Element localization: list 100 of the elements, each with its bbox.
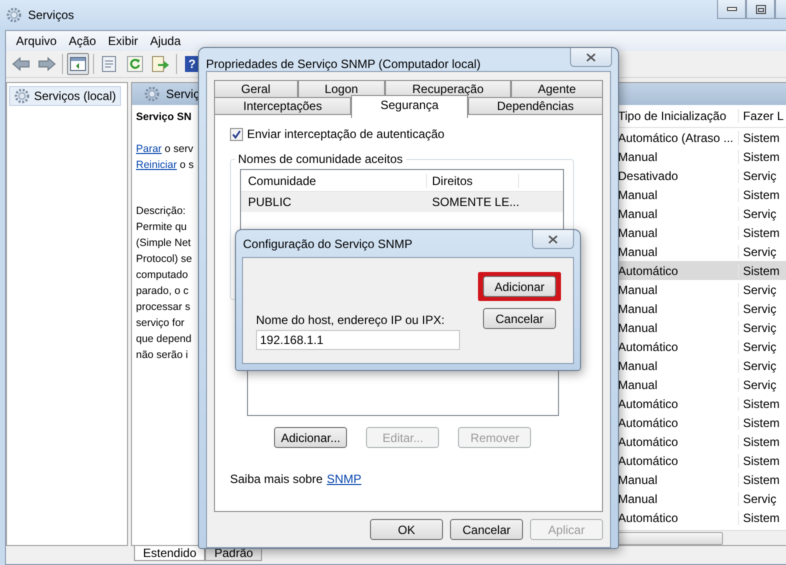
table-row[interactable]: Automático Serviç xyxy=(614,337,786,356)
table-cell: Serviç xyxy=(738,168,786,182)
table-cell-text: Manual xyxy=(617,188,658,202)
table-row[interactable]: Manual Sistem xyxy=(614,185,786,204)
tab[interactable]: Agente xyxy=(510,80,604,97)
tab[interactable]: Recuperação xyxy=(385,80,511,97)
table-cell-text: Manual xyxy=(617,472,658,486)
table-cell: Sistem xyxy=(738,226,786,240)
tab[interactable]: Segurança xyxy=(351,95,468,118)
table-row[interactable]: Automático Sistem xyxy=(614,451,786,470)
table-row[interactable]: Manual Serviç xyxy=(614,280,786,299)
table-row[interactable]: Manual Serviç xyxy=(614,375,786,394)
table-cell-text: Manual xyxy=(617,226,658,240)
dialog-button[interactable]: Cancelar xyxy=(450,519,523,540)
table-cell: Serviç xyxy=(738,302,786,316)
close-icon xyxy=(586,52,596,62)
table-cell: Serviç xyxy=(738,282,786,296)
table-cell: Serviç xyxy=(738,340,786,354)
maximize-button[interactable] xyxy=(746,0,775,19)
table-cell-text: Manual xyxy=(617,320,658,334)
description-label: Descrição: xyxy=(136,204,187,219)
field-label: Nome do host, endereço IP ou IPX: xyxy=(256,313,446,327)
forward-arrow-icon[interactable] xyxy=(38,57,56,71)
dialog-button[interactable]: Adicionar... xyxy=(274,427,348,448)
table-row[interactable]: Manual Serviç xyxy=(614,204,786,223)
table-row[interactable]: Manual Sistem xyxy=(614,147,786,166)
table-cell-text: Manual xyxy=(617,282,658,296)
group-title: Nomes de comunidade aceitos xyxy=(235,152,406,166)
table-row[interactable]: Manual Sistem xyxy=(614,223,786,242)
scrollbar-thumb[interactable] xyxy=(616,532,723,544)
dialog-button[interactable]: OK xyxy=(370,519,443,540)
table-cell-text: Automático xyxy=(617,340,680,354)
properties-icon[interactable] xyxy=(102,56,116,72)
table-cell-text: Automático (Atraso ... xyxy=(617,130,734,144)
tree-item[interactable]: Serviços (local) xyxy=(9,86,122,106)
table-row[interactable]: Manual Serviç xyxy=(614,318,786,337)
table-row[interactable]: Manual Serviç xyxy=(614,356,786,375)
checkbox[interactable] xyxy=(230,128,243,140)
menu-item[interactable]: Ação xyxy=(62,34,102,48)
list-cell-text: SOMENTE LE... xyxy=(431,195,520,209)
description-text: computado xyxy=(136,268,189,283)
close-icon xyxy=(548,234,558,244)
host-input-field[interactable]: 192.168.1.1 xyxy=(256,330,460,350)
list-cell-text: PUBLIC xyxy=(247,195,292,209)
gear-icon xyxy=(6,7,22,23)
table-cell-text: Manual xyxy=(617,358,658,372)
description-text: Protocol) se xyxy=(136,252,194,267)
action-link[interactable]: Parar xyxy=(136,143,162,155)
menu-item[interactable]: Exibir xyxy=(102,34,144,48)
table-cell-text: Manual xyxy=(617,302,658,316)
column-header[interactable]: Comunidade xyxy=(241,174,427,188)
table-cell-text: Manual xyxy=(617,492,658,506)
action-link[interactable]: Reiniciar xyxy=(136,159,177,171)
column-header[interactable]: Direitos xyxy=(427,174,519,188)
list-row[interactable]: PUBLIC SOMENTE LE... xyxy=(241,192,563,212)
menu-item[interactable]: Arquivo xyxy=(10,34,63,48)
tab[interactable]: Logon xyxy=(298,80,386,97)
action-text: o s xyxy=(180,159,194,171)
gear-icon xyxy=(14,88,30,104)
table-row[interactable]: Manual Sistem xyxy=(614,470,786,489)
table-row[interactable]: Automático Sistem xyxy=(614,432,786,451)
checkbox-label: Enviar interceptação de autenticação xyxy=(247,127,444,141)
table-row[interactable]: Manual Serviç xyxy=(614,299,786,318)
snmp-link[interactable]: SNMP xyxy=(326,472,362,486)
view-tab[interactable]: Estendido xyxy=(134,546,206,561)
dialog-button[interactable]: Adicionar xyxy=(483,276,556,297)
dialog-button[interactable]: Cancelar xyxy=(483,308,556,329)
description-text: (Simple Net xyxy=(136,236,192,251)
table-cell: Sistem xyxy=(738,396,786,410)
table-row[interactable]: Desativado Serviç xyxy=(614,166,786,185)
menu-item[interactable]: Ajuda xyxy=(144,34,187,48)
table-cell-text: Manual xyxy=(617,206,658,220)
minimize-icon xyxy=(726,7,736,11)
table-cell: Sistem xyxy=(738,130,786,144)
table-row[interactable]: Automático (Atraso ... Sistem xyxy=(614,128,786,147)
tab[interactable]: Geral xyxy=(214,80,298,97)
export-icon[interactable] xyxy=(152,56,170,72)
table-cell: Sistem xyxy=(738,188,786,202)
description-text: serviço for xyxy=(136,316,186,331)
dialog-title: Propriedades de Serviço SNMP (Computador local) xyxy=(205,56,481,71)
column-header[interactable]: Fazer L xyxy=(738,109,786,123)
minimize-button[interactable] xyxy=(717,0,746,19)
console-tree-button[interactable] xyxy=(67,53,89,75)
table-row[interactable]: Manual Serviç xyxy=(614,242,786,261)
refresh-icon[interactable] xyxy=(127,56,143,72)
help-icon[interactable]: ? xyxy=(185,56,199,72)
maximize-icon xyxy=(756,4,766,14)
back-arrow-icon[interactable] xyxy=(12,57,30,71)
table-cell: Sistem xyxy=(738,454,786,468)
table-row[interactable]: Automático Sistem xyxy=(614,413,786,432)
tab[interactable]: Dependências xyxy=(468,97,603,114)
table-row[interactable]: Automático Sistem xyxy=(614,394,786,413)
description-text: parado, o c xyxy=(136,284,190,299)
table-cell-text: Automático xyxy=(617,416,680,430)
tab[interactable]: Interceptações xyxy=(214,97,352,114)
pane-title: Serviç xyxy=(166,87,200,101)
table-row[interactable]: Automático Sistem xyxy=(614,508,786,527)
gear-icon xyxy=(144,86,160,102)
table-cell: Serviç xyxy=(738,358,786,372)
table-row[interactable]: Manual Serviç xyxy=(614,489,786,508)
